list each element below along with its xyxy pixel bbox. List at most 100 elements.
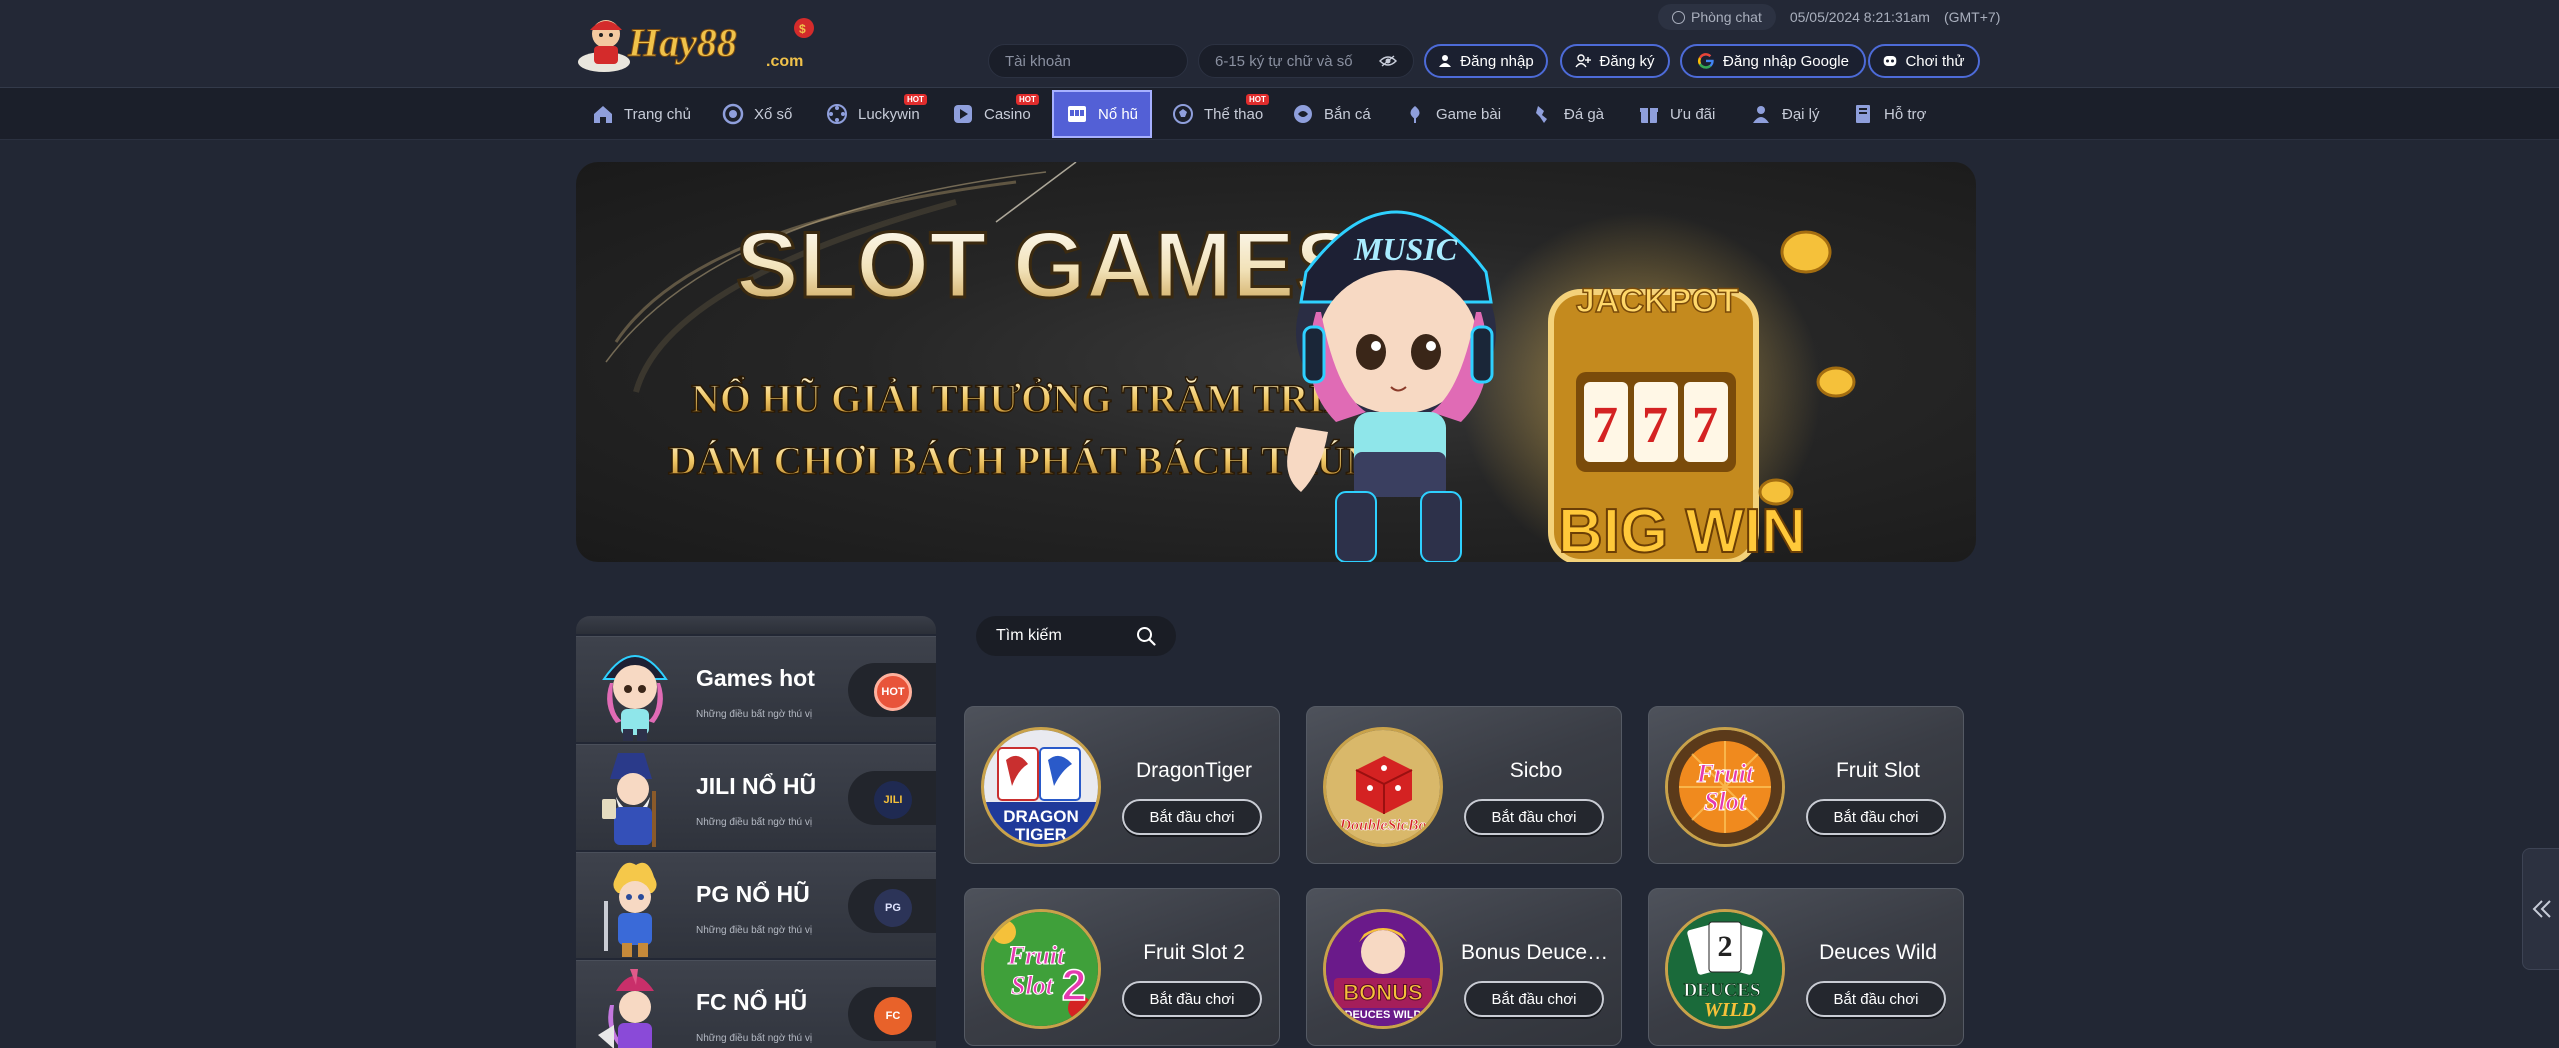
banner-artwork: SLOT GAMES NỔ HŨ GIẢI THƯỞNG TRĂM TRIỆU …	[605, 162, 1856, 562]
add-user-icon	[1575, 54, 1592, 68]
play-button[interactable]: Bắt đầu chơi	[1806, 981, 1946, 1017]
category-games-hot[interactable]: Games hot Những điều bất ngờ thú vị HOT	[576, 636, 936, 742]
svg-text:Fruit: Fruit	[1696, 759, 1754, 788]
nav-item-casino[interactable]: Casino HOT	[952, 88, 1039, 140]
play-button[interactable]: Bắt đầu chơi	[1122, 799, 1262, 835]
hot-badge: HOT	[1016, 94, 1039, 105]
game-card-dragontiger[interactable]: DRAGON TIGER DragonTiger Bắt đầu chơi	[964, 706, 1280, 864]
login-button[interactable]: Đăng nhập	[1424, 44, 1548, 78]
game-name: Fruit Slot	[1835, 759, 1921, 782]
category-subtitle: Những điều bất ngờ thú vị	[696, 709, 813, 720]
bonus-deuces-wild-icon: BONUS DEUCES WILD	[1326, 912, 1440, 1026]
category-title: FC NỔ HŨ	[696, 989, 808, 1015]
nav-label: Xổ số	[754, 105, 793, 123]
play-button[interactable]: Bắt đầu chơi	[1122, 981, 1262, 1017]
play-button[interactable]: Bắt đầu chơi	[1806, 799, 1946, 835]
hot-badge-icon: HOT	[874, 673, 912, 711]
nav-item-luckywin[interactable]: Luckywin HOT	[826, 88, 927, 140]
svg-text:DEUCES: DEUCES	[1683, 980, 1760, 1001]
nav-item-fish[interactable]: Bắn cá	[1292, 88, 1371, 140]
svg-text:.com: .com	[766, 53, 803, 70]
cockfight-icon	[1536, 106, 1547, 123]
nav-item-cards[interactable]: Game bài	[1404, 88, 1501, 140]
fc-character-icon	[598, 969, 654, 1048]
game-search[interactable]: Tìm kiếm	[976, 616, 1176, 656]
game-name: Fruit Slot 2	[1143, 941, 1245, 964]
play-button[interactable]: Bắt đầu chơi	[1464, 981, 1604, 1017]
nav-item-cockfight[interactable]: Đá gà	[1532, 88, 1604, 140]
svg-text:2: 2	[1062, 961, 1086, 1010]
nav-item-lottery[interactable]: Xổ số	[722, 88, 792, 140]
category-subtitle: Những điều bất ngờ thú vị	[696, 817, 813, 828]
nav-item-agent[interactable]: Đại lý	[1750, 88, 1820, 140]
svg-text:TIGER: TIGER	[1015, 825, 1067, 844]
expand-panel-button[interactable]	[2522, 848, 2559, 970]
register-button[interactable]: Đăng ký	[1560, 44, 1670, 78]
sicbo-icon: DoubleSicBo	[1326, 730, 1440, 844]
password-input[interactable]	[1215, 52, 1379, 70]
game-thumbnail[interactable]: 2 DEUCES WILD	[1665, 909, 1785, 1029]
site-logo[interactable]: Hay88 .com $	[576, 10, 832, 78]
search-icon[interactable]	[1136, 626, 1156, 646]
chat-button[interactable]: Phòng chat	[1658, 4, 1776, 30]
gamepad-icon	[1884, 56, 1897, 66]
svg-text:Slot: Slot	[1011, 971, 1054, 1000]
svg-text:DEUCES WILD: DEUCES WILD	[1345, 1009, 1422, 1021]
lottery-icon	[722, 103, 744, 125]
nav-item-support[interactable]: Hỗ trợ	[1852, 88, 1926, 140]
password-field[interactable]	[1198, 44, 1414, 78]
nav-label: Casino	[984, 105, 1031, 123]
cards-icon	[1410, 106, 1420, 123]
nav-item-home[interactable]: Trang chủ	[592, 88, 691, 140]
reel-seven-3: 7	[1692, 397, 1718, 454]
jili-badge-icon: JILI	[874, 781, 912, 819]
casino-icon	[954, 105, 972, 123]
nav-label: Ưu đãi	[1670, 105, 1716, 123]
category-pg[interactable]: PG NỔ HŨ Những điều bất ngờ thú vị PG	[576, 852, 936, 958]
nav-label: Trang chủ	[624, 105, 691, 123]
game-thumbnail[interactable]: Fruit Slot	[1665, 727, 1785, 847]
svg-text:Fruit: Fruit	[1007, 941, 1065, 970]
nav-label: Game bài	[1436, 105, 1502, 123]
nav-label: Thể thao	[1204, 105, 1264, 123]
game-card-bonus-deuces-wild[interactable]: BONUS DEUCES WILD Bonus Deuces Wild Bắt …	[1306, 888, 1622, 1046]
trial-play-button[interactable]: Chơi thử	[1868, 44, 1980, 78]
dragon-tiger-icon: DRAGON TIGER	[984, 730, 1098, 844]
svg-text:$: $	[799, 22, 806, 36]
double-chevron-left-icon	[2532, 900, 2551, 918]
nav-item-slots[interactable]: Nổ hũ	[1052, 90, 1153, 138]
reel-seven-1: 7	[1592, 397, 1618, 454]
bigwin-text: BIG WIN	[1558, 497, 1806, 562]
game-thumbnail[interactable]: BONUS DEUCES WILD	[1323, 909, 1443, 1029]
eye-icon[interactable]	[1379, 55, 1397, 67]
username-field[interactable]	[988, 44, 1188, 78]
luckywin-icon	[827, 104, 847, 124]
chat-label: Phòng chat	[1691, 9, 1762, 25]
category-fc[interactable]: FC NỔ HŨ Những điều bất ngờ thú vị FC	[576, 960, 936, 1048]
game-card-fruit-slot[interactable]: Fruit Slot Fruit Slot Bắt đầu chơi	[1648, 706, 1964, 864]
google-login-label: Đăng nhập Google	[1723, 52, 1849, 70]
svg-text:Hay88: Hay88	[627, 20, 737, 65]
svg-text:2: 2	[1718, 930, 1733, 963]
username-input[interactable]	[1005, 52, 1171, 70]
game-card-fruit-slot-2[interactable]: Fruit Slot 2 Fruit Slot 2 Bắt đầu chơi	[964, 888, 1280, 1046]
nav-item-promotions[interactable]: Ưu đãi	[1638, 88, 1715, 140]
game-thumbnail[interactable]: DoubleSicBo	[1323, 727, 1443, 847]
user-icon	[1439, 55, 1452, 67]
game-card-deuces-wild[interactable]: 2 DEUCES WILD Deuces Wild Bắt đầu chơi	[1648, 888, 1964, 1046]
game-thumbnail[interactable]: Fruit Slot 2	[981, 909, 1101, 1029]
game-name: Sicbo	[1509, 759, 1563, 782]
category-title: Games hot	[696, 665, 815, 691]
play-button[interactable]: Bắt đầu chơi	[1464, 799, 1604, 835]
category-jili[interactable]: JILI NỔ HŨ Những điều bất ngờ thú vị JIL…	[576, 744, 936, 850]
nav-item-sports[interactable]: Thể thao HOT	[1172, 88, 1269, 140]
google-login-button[interactable]: Đăng nhập Google	[1680, 44, 1866, 78]
fc-badge-icon: FC	[874, 997, 912, 1035]
game-card-sicbo[interactable]: DoubleSicBo Sicbo Bắt đầu chơi	[1306, 706, 1622, 864]
timezone: (GMT+7)	[1943, 9, 2001, 25]
game-name: Bonus Deuces Wild	[1461, 941, 1611, 964]
promo-banner[interactable]: SLOT GAMES NỔ HŨ GIẢI THƯỞNG TRĂM TRIỆU …	[576, 162, 1976, 562]
category-title: JILI NỔ HŨ	[696, 773, 817, 799]
fruit-slot-2-icon: Fruit Slot 2	[984, 912, 1098, 1026]
game-thumbnail[interactable]: DRAGON TIGER	[981, 727, 1101, 847]
